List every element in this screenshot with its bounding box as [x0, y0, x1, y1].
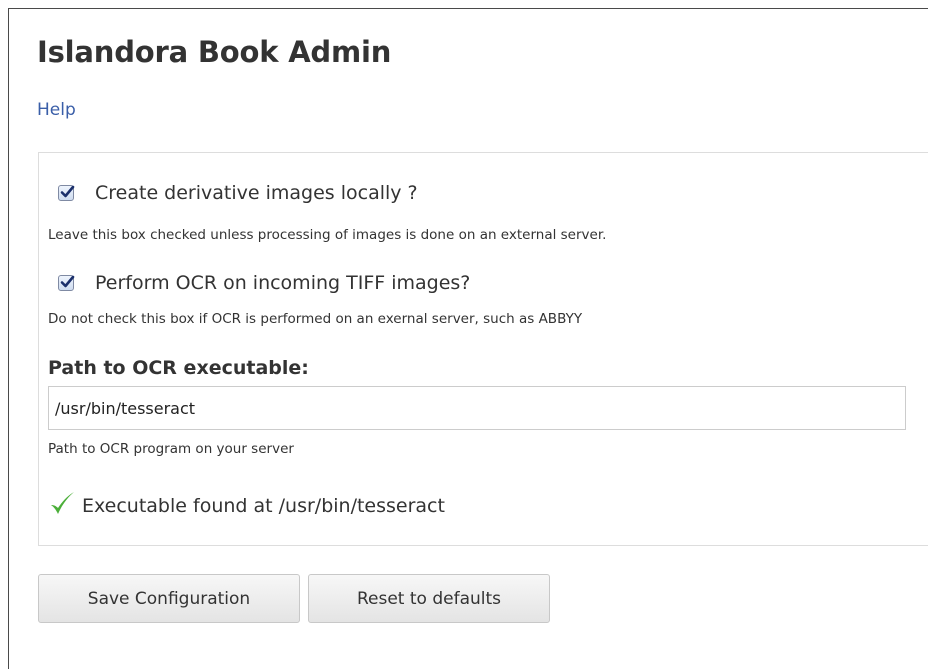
create-derivatives-description: Leave this box checked unless processing…: [48, 227, 607, 243]
reset-to-defaults-button[interactable]: Reset to defaults: [308, 574, 550, 623]
ocr-path-description: Path to OCR program on your server: [48, 441, 294, 457]
perform-ocr-label[interactable]: Perform OCR on incoming TIFF images?: [95, 272, 470, 294]
create-derivatives-option[interactable]: Create derivative images locally ?: [58, 182, 418, 204]
checkmark-icon: [60, 185, 75, 198]
perform-ocr-description: Do not check this box if OCR is performe…: [48, 311, 583, 327]
checkmark-icon: [51, 492, 74, 514]
save-configuration-button[interactable]: Save Configuration: [38, 574, 300, 623]
ocr-path-label: Path to OCR executable:: [48, 357, 309, 379]
executable-status-text: Executable found at /usr/bin/tesseract: [82, 495, 445, 517]
settings-fieldset: [38, 152, 928, 546]
ocr-path-input[interactable]: [48, 386, 906, 430]
perform-ocr-option[interactable]: Perform OCR on incoming TIFF images?: [58, 272, 470, 294]
create-derivatives-checkbox[interactable]: [58, 185, 75, 201]
create-derivatives-label[interactable]: Create derivative images locally ?: [95, 182, 418, 204]
checkmark-icon: [60, 275, 75, 288]
perform-ocr-checkbox[interactable]: [58, 275, 75, 291]
executable-status: Executable found at /usr/bin/tesseract: [48, 489, 445, 517]
help-link[interactable]: Help: [37, 100, 76, 120]
page-title: Islandora Book Admin: [37, 35, 392, 69]
